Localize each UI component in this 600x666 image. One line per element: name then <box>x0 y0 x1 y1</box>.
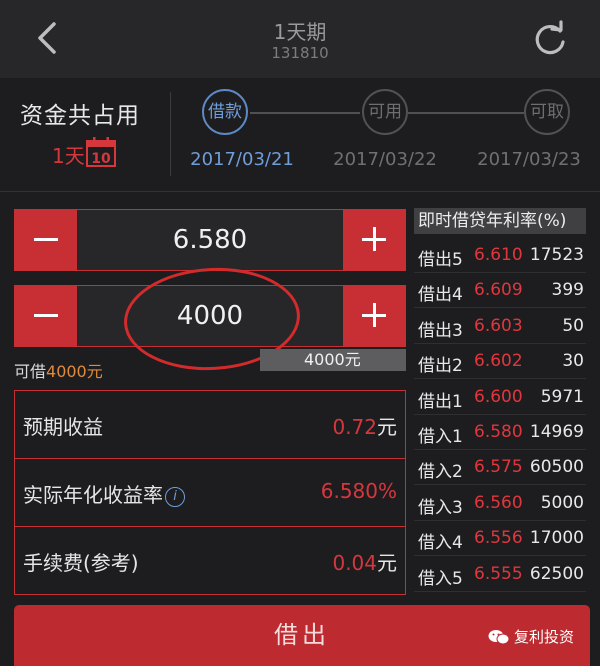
order-book-label: 借入4 <box>418 533 463 554</box>
available-value: 4000元 <box>46 362 103 381</box>
summary-row-expected-income: 预期收益 0.72元 <box>15 391 405 459</box>
max-amount-badge[interactable]: 4000元 <box>260 349 406 371</box>
timeline-connector <box>408 112 524 114</box>
order-book-label: 借出4 <box>418 285 463 306</box>
rate-input[interactable]: 6.580 <box>77 210 343 270</box>
order-book-volume: 17523 <box>529 245 584 265</box>
summary-value: 0.04元 <box>332 551 397 575</box>
timeline-step-withdrawable: 可取 <box>524 89 570 135</box>
timeline-step-borrow: 借款 <box>202 89 248 135</box>
order-book-rate: 6.556 <box>474 528 523 549</box>
watermark: 复利投资 <box>488 626 574 647</box>
product-code: 131810 <box>271 44 329 62</box>
calendar-icon: 10 <box>86 137 116 167</box>
order-book-rate: 6.603 <box>474 315 523 336</box>
order-book-rate: 6.555 <box>474 563 523 584</box>
order-book-label: 借入5 <box>418 568 463 589</box>
watermark-text: 复利投资 <box>514 628 575 646</box>
summary-row-fee: 手续费(参考) 0.04元 <box>15 527 405 595</box>
wechat-icon <box>488 630 510 645</box>
order-book-label: 借入3 <box>418 497 463 518</box>
timeline-date-withdrawable: 2017/03/23 <box>477 149 581 170</box>
order-book-row[interactable]: 借入1 6.580 14969 <box>414 415 586 450</box>
rate-stepper: 6.580 <box>14 209 406 271</box>
app-header: 1天期 131810 <box>0 0 600 78</box>
order-book-label: 借出5 <box>418 250 463 270</box>
summary-label: 实际年化收益率 i <box>23 479 185 508</box>
order-book-title: 即时借贷年利率(%) <box>414 208 586 234</box>
timeline-connector <box>250 112 360 114</box>
order-book-row[interactable]: 借入4 6.556 17000 <box>414 521 586 557</box>
amount-input[interactable]: 4000 <box>77 286 343 346</box>
summary-row-annual-yield: 实际年化收益率 i 6.580% <box>15 459 405 527</box>
amount-decrease-button[interactable] <box>15 286 77 346</box>
order-book-row[interactable]: 借出2 6.602 30 <box>414 344 586 380</box>
order-book-row[interactable]: 借入5 6.555 62500 <box>414 557 586 592</box>
summary-label: 预期收益 <box>23 415 103 439</box>
order-book: 即时借贷年利率(%) 借出5 6.610 17523 借出4 6.609 399 借出3 6.… <box>414 208 586 592</box>
order-book-rate: 6.610 <box>474 245 523 265</box>
order-book-row[interactable]: 借出3 6.603 50 <box>414 309 586 344</box>
order-book-rate: 6.560 <box>474 492 523 513</box>
order-book-label: 借出3 <box>418 320 463 341</box>
amount-increase-button[interactable] <box>343 286 405 346</box>
order-book-label: 借出1 <box>418 391 463 412</box>
order-book-row[interactable]: 借出4 6.609 399 <box>414 273 586 309</box>
order-book-volume: 14969 <box>529 422 584 442</box>
order-book-rate: 6.575 <box>474 457 523 478</box>
order-book-rate: 6.600 <box>474 386 523 407</box>
order-book-volume: 30 <box>562 351 584 372</box>
order-book-volume: 62500 <box>529 563 584 584</box>
occupation-info-panel: 资金共占用 1天 10 借款 可用 可取 2017/03/21 2017/03/… <box>0 78 600 192</box>
rate-decrease-button[interactable] <box>15 210 77 270</box>
summary-label: 手续费(参考) <box>23 551 139 575</box>
available-prefix: 可借 <box>14 362 47 381</box>
order-book-rate: 6.580 <box>474 422 523 442</box>
order-book-volume: 5971 <box>540 386 584 407</box>
order-book-volume: 50 <box>562 315 584 336</box>
page-title: 1天期 <box>273 20 327 44</box>
order-book-rate: 6.602 <box>474 351 523 372</box>
order-book-row[interactable]: 借出5 6.610 17523 <box>414 238 586 273</box>
rate-increase-button[interactable] <box>343 210 405 270</box>
order-book-row[interactable]: 借入2 6.575 60500 <box>414 450 586 486</box>
order-book-label: 借出2 <box>418 356 463 377</box>
order-book-volume: 399 <box>551 280 584 301</box>
summary-value: 6.580% <box>320 479 397 503</box>
calendar-day: 10 <box>91 151 111 167</box>
summary-value: 0.72元 <box>332 415 397 439</box>
amount-stepper: 4000 <box>14 285 406 347</box>
order-book-label: 借入2 <box>418 462 463 483</box>
available-amount: 可借4000元 <box>14 358 103 382</box>
timeline-step-available: 可用 <box>362 89 408 135</box>
divider <box>170 92 171 176</box>
order-book-rate: 6.609 <box>474 280 523 301</box>
refresh-icon[interactable] <box>530 20 570 60</box>
info-icon[interactable]: i <box>165 487 185 507</box>
order-book-volume: 17000 <box>529 528 584 549</box>
summary-panel: 预期收益 0.72元 实际年化收益率 i 6.580% 手续费(参考) 0.04元 <box>14 390 406 595</box>
occupy-days: 1天 <box>52 144 85 168</box>
order-book-row[interactable]: 借出1 6.600 5971 <box>414 380 586 415</box>
occupy-label: 资金共占用 <box>20 103 140 129</box>
order-book-label: 借入1 <box>418 427 463 447</box>
order-book-volume: 5000 <box>540 492 584 513</box>
order-book-volume: 60500 <box>529 457 584 478</box>
order-book-row[interactable]: 借入3 6.560 5000 <box>414 486 586 521</box>
timeline-date-available: 2017/03/22 <box>333 149 437 170</box>
timeline-date-borrow: 2017/03/21 <box>190 149 294 170</box>
